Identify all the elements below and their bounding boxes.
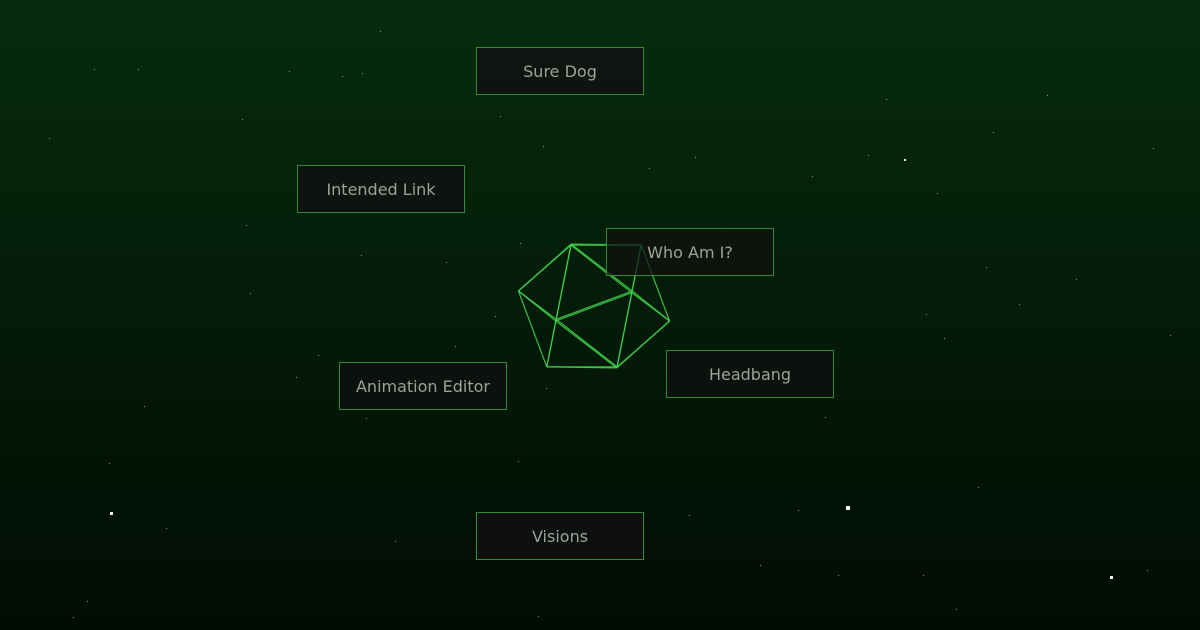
star-dot	[825, 417, 826, 418]
star-dot	[242, 119, 243, 120]
wireframe-edge	[555, 320, 618, 369]
star-dot	[144, 406, 145, 407]
star-dot	[362, 73, 363, 74]
star-dot	[1153, 148, 1154, 149]
star-dot	[689, 515, 690, 516]
star-dot	[94, 69, 95, 70]
menu-button-visions[interactable]: Visions	[476, 512, 644, 560]
star-dot	[649, 168, 650, 169]
wireframe-edge	[556, 290, 633, 320]
star-dot	[246, 225, 247, 226]
star-dot	[538, 616, 539, 617]
star-dot	[1047, 95, 1048, 96]
menu-button-label: Headbang	[708, 364, 792, 384]
star-dot	[361, 255, 362, 256]
wireframe-edge	[555, 318, 618, 368]
star-dot	[342, 76, 343, 77]
star-dot	[838, 575, 839, 576]
star-dot	[455, 346, 456, 347]
star-dot	[395, 541, 396, 542]
star-dot	[937, 193, 938, 194]
star-dot	[296, 377, 297, 378]
star-dot	[978, 487, 979, 488]
menu-button-intended-link[interactable]: Intended Link	[297, 165, 465, 213]
menu-button-label: Animation Editor	[355, 376, 490, 396]
star-dot	[798, 510, 799, 511]
menu-button-label: Visions	[531, 526, 589, 546]
star-dot	[518, 461, 519, 462]
star-dot	[1170, 335, 1171, 336]
star-dot	[446, 262, 447, 263]
star-dot	[886, 99, 887, 100]
star-dot	[543, 146, 544, 147]
star-dot	[109, 463, 110, 464]
star-dot	[110, 512, 113, 515]
star-dot	[500, 116, 501, 117]
star-dot	[49, 138, 50, 139]
star-dot	[250, 293, 251, 294]
star-dot	[904, 159, 906, 161]
menu-button-who-am-i[interactable]: Who Am I?	[606, 228, 774, 276]
star-dot	[495, 316, 496, 317]
menu-button-sure-dog[interactable]: Sure Dog	[476, 47, 644, 95]
wireframe-edge	[555, 292, 632, 322]
star-dot	[695, 157, 696, 158]
star-dot	[1110, 576, 1113, 579]
menu-button-headbang[interactable]: Headbang	[666, 350, 834, 398]
menu-button-label: Sure Dog	[523, 61, 597, 81]
star-dot	[366, 418, 367, 419]
star-dot	[956, 609, 957, 610]
star-dot	[926, 314, 927, 315]
menu-button-label: Who Am I?	[647, 242, 733, 262]
menu-button-label: Intended Link	[326, 179, 436, 199]
wireframe-edge	[546, 320, 557, 368]
star-dot	[868, 155, 869, 156]
star-dot	[812, 176, 813, 177]
star-dot	[944, 338, 945, 339]
star-dot	[318, 355, 319, 356]
star-dot	[986, 267, 987, 268]
star-dot	[546, 388, 547, 389]
star-dot	[166, 528, 167, 529]
star-dot	[760, 565, 761, 566]
star-dot	[138, 69, 139, 70]
star-dot	[993, 132, 994, 133]
star-dot	[73, 617, 74, 618]
star-dot	[923, 575, 924, 576]
menu-button-animation-editor[interactable]: Animation Editor	[339, 362, 507, 410]
star-dot	[846, 506, 850, 510]
star-dot	[87, 601, 88, 602]
star-dot	[289, 71, 290, 72]
star-dot	[380, 31, 381, 32]
star-dot	[1076, 279, 1077, 280]
star-dot	[1019, 304, 1020, 305]
star-dot	[1147, 570, 1148, 571]
